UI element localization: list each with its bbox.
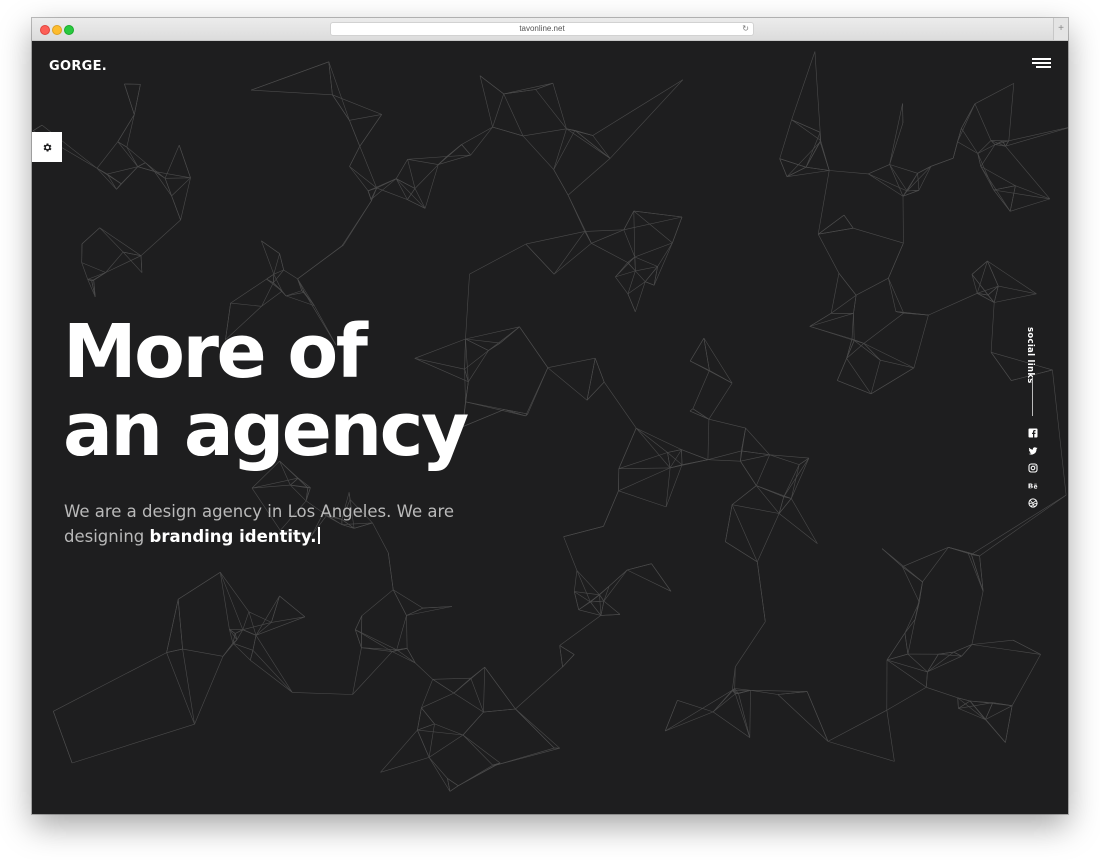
hero-subtitle: We are a design agency in Los Angeles. W… — [64, 499, 504, 549]
hero-title-line-2: an agency — [63, 387, 469, 473]
address-bar-url: tavonline.net — [519, 24, 565, 33]
behance-icon[interactable] — [1028, 481, 1038, 491]
minimize-window-button[interactable] — [52, 25, 62, 35]
dribbble-icon[interactable] — [1028, 498, 1038, 508]
close-window-button[interactable] — [40, 25, 50, 35]
hero-title-line-1: More of — [63, 309, 368, 395]
site-logo[interactable]: GORGE. — [49, 59, 107, 74]
social-links-label: social links — [1025, 327, 1035, 384]
social-icons-list — [1026, 428, 1040, 516]
browser-window: tavonline.net ↻ + GORGE. More of an agen… — [32, 18, 1068, 814]
hamburger-menu-icon[interactable] — [1032, 58, 1051, 72]
facebook-icon[interactable] — [1028, 428, 1038, 438]
instagram-icon[interactable] — [1028, 463, 1038, 473]
hero-subtitle-highlight: branding identity. — [149, 527, 317, 546]
reload-icon[interactable]: ↻ — [742, 23, 749, 35]
browser-titlebar: tavonline.net ↻ + — [32, 18, 1068, 41]
maximize-window-button[interactable] — [64, 25, 74, 35]
typing-cursor — [318, 527, 321, 544]
social-divider — [1032, 378, 1033, 416]
settings-button[interactable] — [32, 132, 62, 162]
address-bar[interactable]: tavonline.net ↻ — [330, 22, 754, 36]
gear-icon — [43, 142, 51, 152]
page-viewport: GORGE. More of an agency We are a design… — [32, 41, 1068, 814]
new-tab-button[interactable]: + — [1053, 18, 1068, 40]
hero-title: More of an agency — [63, 309, 469, 473]
twitter-icon[interactable] — [1028, 446, 1038, 456]
